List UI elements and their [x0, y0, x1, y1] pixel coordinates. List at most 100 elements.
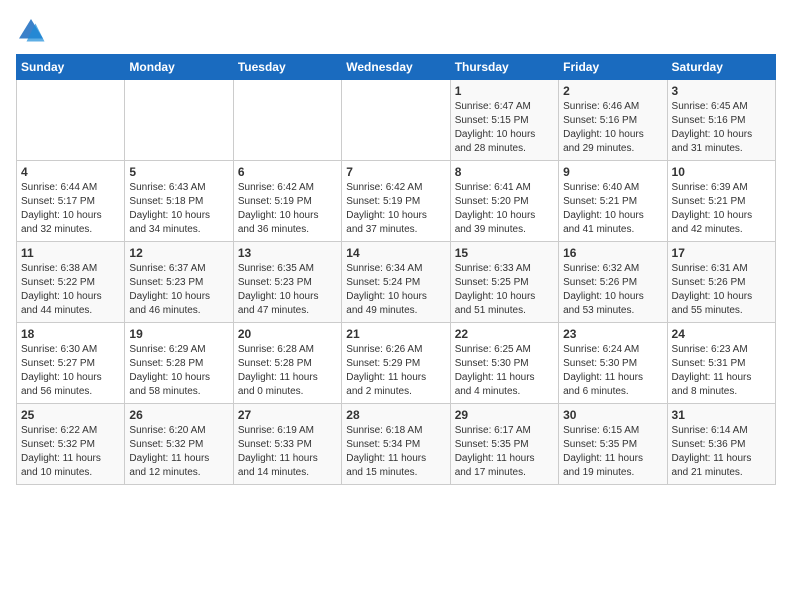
day-number: 12 [129, 246, 228, 260]
day-info: Sunrise: 6:28 AM Sunset: 5:28 PM Dayligh… [238, 343, 337, 399]
day-number: 7 [346, 165, 445, 179]
day-info: Sunrise: 6:45 AM Sunset: 5:16 PM Dayligh… [672, 100, 771, 156]
day-info: Sunrise: 6:43 AM Sunset: 5:18 PM Dayligh… [129, 181, 228, 237]
calendar-cell: 15 Sunrise: 6:33 AM Sunset: 5:25 PM Dayli… [450, 242, 558, 323]
day-number: 21 [346, 327, 445, 341]
day-number: 9 [563, 165, 662, 179]
calendar-cell: 18Sunrise: 6:30 AM Sunset: 5:27 PM Dayli… [17, 323, 125, 404]
calendar-cell [342, 80, 450, 161]
day-info: Sunrise: 6:33 AM Sunset: 5:25 PM Dayligh… [455, 262, 554, 318]
calendar-cell: 31 Sunrise: 6:14 AM Sunset: 5:36 PM Dayli… [667, 404, 775, 485]
calendar-cell: 25Sunrise: 6:22 AM Sunset: 5:32 PM Dayli… [17, 404, 125, 485]
calendar-cell: 1 Sunrise: 6:47 AM Sunset: 5:15 PM Daylig… [450, 80, 558, 161]
calendar-cell: 17 Sunrise: 6:31 AM Sunset: 5:26 PM Dayli… [667, 242, 775, 323]
day-number: 1 [455, 84, 554, 98]
day-number: 6 [238, 165, 337, 179]
calendar-table: SundayMondayTuesdayWednesdayThursdayFrid… [16, 54, 776, 485]
day-info: Sunrise: 6:38 AM Sunset: 5:22 PM Dayligh… [21, 262, 120, 318]
day-number: 19 [129, 327, 228, 341]
day-info: Sunrise: 6:32 AM Sunset: 5:26 PM Dayligh… [563, 262, 662, 318]
calendar-cell: 29 Sunrise: 6:17 AM Sunset: 5:35 PM Dayli… [450, 404, 558, 485]
day-number: 20 [238, 327, 337, 341]
calendar-week-4: 18Sunrise: 6:30 AM Sunset: 5:27 PM Dayli… [17, 323, 776, 404]
day-number: 23 [563, 327, 662, 341]
page-header [16, 16, 776, 46]
calendar-header-row: SundayMondayTuesdayWednesdayThursdayFrid… [17, 55, 776, 80]
day-number: 17 [672, 246, 771, 260]
day-number: 28 [346, 408, 445, 422]
calendar-cell: 7Sunrise: 6:42 AM Sunset: 5:19 PM Daylig… [342, 161, 450, 242]
calendar-cell: 30 Sunrise: 6:15 AM Sunset: 5:35 PM Dayli… [559, 404, 667, 485]
calendar-cell [17, 80, 125, 161]
day-number: 26 [129, 408, 228, 422]
logo [16, 16, 50, 46]
day-info: Sunrise: 6:15 AM Sunset: 5:35 PM Dayligh… [563, 424, 662, 480]
day-number: 24 [672, 327, 771, 341]
calendar-cell: 20 Sunrise: 6:28 AM Sunset: 5:28 PM Dayli… [233, 323, 341, 404]
day-number: 25 [21, 408, 120, 422]
day-info: Sunrise: 6:35 AM Sunset: 5:23 PM Dayligh… [238, 262, 337, 318]
day-info: Sunrise: 6:44 AM Sunset: 5:17 PM Dayligh… [21, 181, 120, 237]
day-info: Sunrise: 6:39 AM Sunset: 5:21 PM Dayligh… [672, 181, 771, 237]
day-info: Sunrise: 6:23 AM Sunset: 5:31 PM Dayligh… [672, 343, 771, 399]
calendar-cell: 19 Sunrise: 6:29 AM Sunset: 5:28 PM Dayli… [125, 323, 233, 404]
day-number: 31 [672, 408, 771, 422]
day-info: Sunrise: 6:25 AM Sunset: 5:30 PM Dayligh… [455, 343, 554, 399]
weekday-header-tuesday: Tuesday [233, 55, 341, 80]
day-number: 30 [563, 408, 662, 422]
weekday-header-sunday: Sunday [17, 55, 125, 80]
weekday-header-wednesday: Wednesday [342, 55, 450, 80]
calendar-cell: 6 Sunrise: 6:42 AM Sunset: 5:19 PM Daylig… [233, 161, 341, 242]
calendar-week-3: 11 Sunrise: 6:38 AM Sunset: 5:22 PM Dayli… [17, 242, 776, 323]
calendar-cell: 28 Sunrise: 6:18 AM Sunset: 5:34 PM Dayli… [342, 404, 450, 485]
calendar-cell: 5 Sunrise: 6:43 AM Sunset: 5:18 PM Daylig… [125, 161, 233, 242]
day-number: 11 [21, 246, 120, 260]
day-info: Sunrise: 6:40 AM Sunset: 5:21 PM Dayligh… [563, 181, 662, 237]
weekday-header-friday: Friday [559, 55, 667, 80]
day-number: 5 [129, 165, 228, 179]
day-number: 2 [563, 84, 662, 98]
calendar-cell [125, 80, 233, 161]
day-info: Sunrise: 6:42 AM Sunset: 5:19 PM Dayligh… [238, 181, 337, 237]
day-info: Sunrise: 6:34 AM Sunset: 5:24 PM Dayligh… [346, 262, 445, 318]
calendar-cell: 24 Sunrise: 6:23 AM Sunset: 5:31 PM Dayli… [667, 323, 775, 404]
calendar-cell: 13Sunrise: 6:35 AM Sunset: 5:23 PM Dayli… [233, 242, 341, 323]
calendar-cell: 11 Sunrise: 6:38 AM Sunset: 5:22 PM Dayli… [17, 242, 125, 323]
day-info: Sunrise: 6:31 AM Sunset: 5:26 PM Dayligh… [672, 262, 771, 318]
day-number: 22 [455, 327, 554, 341]
calendar-cell: 26 Sunrise: 6:20 AM Sunset: 5:32 PM Dayli… [125, 404, 233, 485]
day-info: Sunrise: 6:29 AM Sunset: 5:28 PM Dayligh… [129, 343, 228, 399]
calendar-cell: 4Sunrise: 6:44 AM Sunset: 5:17 PM Daylig… [17, 161, 125, 242]
day-info: Sunrise: 6:18 AM Sunset: 5:34 PM Dayligh… [346, 424, 445, 480]
day-number: 16 [563, 246, 662, 260]
weekday-header-monday: Monday [125, 55, 233, 80]
weekday-header-saturday: Saturday [667, 55, 775, 80]
calendar-cell: 23 Sunrise: 6:24 AM Sunset: 5:30 PM Dayli… [559, 323, 667, 404]
weekday-header-thursday: Thursday [450, 55, 558, 80]
calendar-cell: 12Sunrise: 6:37 AM Sunset: 5:23 PM Dayli… [125, 242, 233, 323]
day-info: Sunrise: 6:20 AM Sunset: 5:32 PM Dayligh… [129, 424, 228, 480]
logo-icon [16, 16, 46, 46]
day-info: Sunrise: 6:47 AM Sunset: 5:15 PM Dayligh… [455, 100, 554, 156]
day-info: Sunrise: 6:41 AM Sunset: 5:20 PM Dayligh… [455, 181, 554, 237]
calendar-cell: 22 Sunrise: 6:25 AM Sunset: 5:30 PM Dayli… [450, 323, 558, 404]
calendar-week-5: 25Sunrise: 6:22 AM Sunset: 5:32 PM Dayli… [17, 404, 776, 485]
calendar-cell: 8 Sunrise: 6:41 AM Sunset: 5:20 PM Daylig… [450, 161, 558, 242]
day-number: 15 [455, 246, 554, 260]
day-number: 18 [21, 327, 120, 341]
calendar-cell: 9 Sunrise: 6:40 AM Sunset: 5:21 PM Daylig… [559, 161, 667, 242]
calendar-cell: 2 Sunrise: 6:46 AM Sunset: 5:16 PM Daylig… [559, 80, 667, 161]
calendar-cell: 21 Sunrise: 6:26 AM Sunset: 5:29 PM Dayli… [342, 323, 450, 404]
day-info: Sunrise: 6:46 AM Sunset: 5:16 PM Dayligh… [563, 100, 662, 156]
day-info: Sunrise: 6:24 AM Sunset: 5:30 PM Dayligh… [563, 343, 662, 399]
day-info: Sunrise: 6:17 AM Sunset: 5:35 PM Dayligh… [455, 424, 554, 480]
day-info: Sunrise: 6:26 AM Sunset: 5:29 PM Dayligh… [346, 343, 445, 399]
day-number: 3 [672, 84, 771, 98]
day-number: 29 [455, 408, 554, 422]
day-info: Sunrise: 6:14 AM Sunset: 5:36 PM Dayligh… [672, 424, 771, 480]
day-number: 14 [346, 246, 445, 260]
calendar-cell: 14 Sunrise: 6:34 AM Sunset: 5:24 PM Dayli… [342, 242, 450, 323]
day-number: 8 [455, 165, 554, 179]
calendar-week-2: 4Sunrise: 6:44 AM Sunset: 5:17 PM Daylig… [17, 161, 776, 242]
day-number: 10 [672, 165, 771, 179]
